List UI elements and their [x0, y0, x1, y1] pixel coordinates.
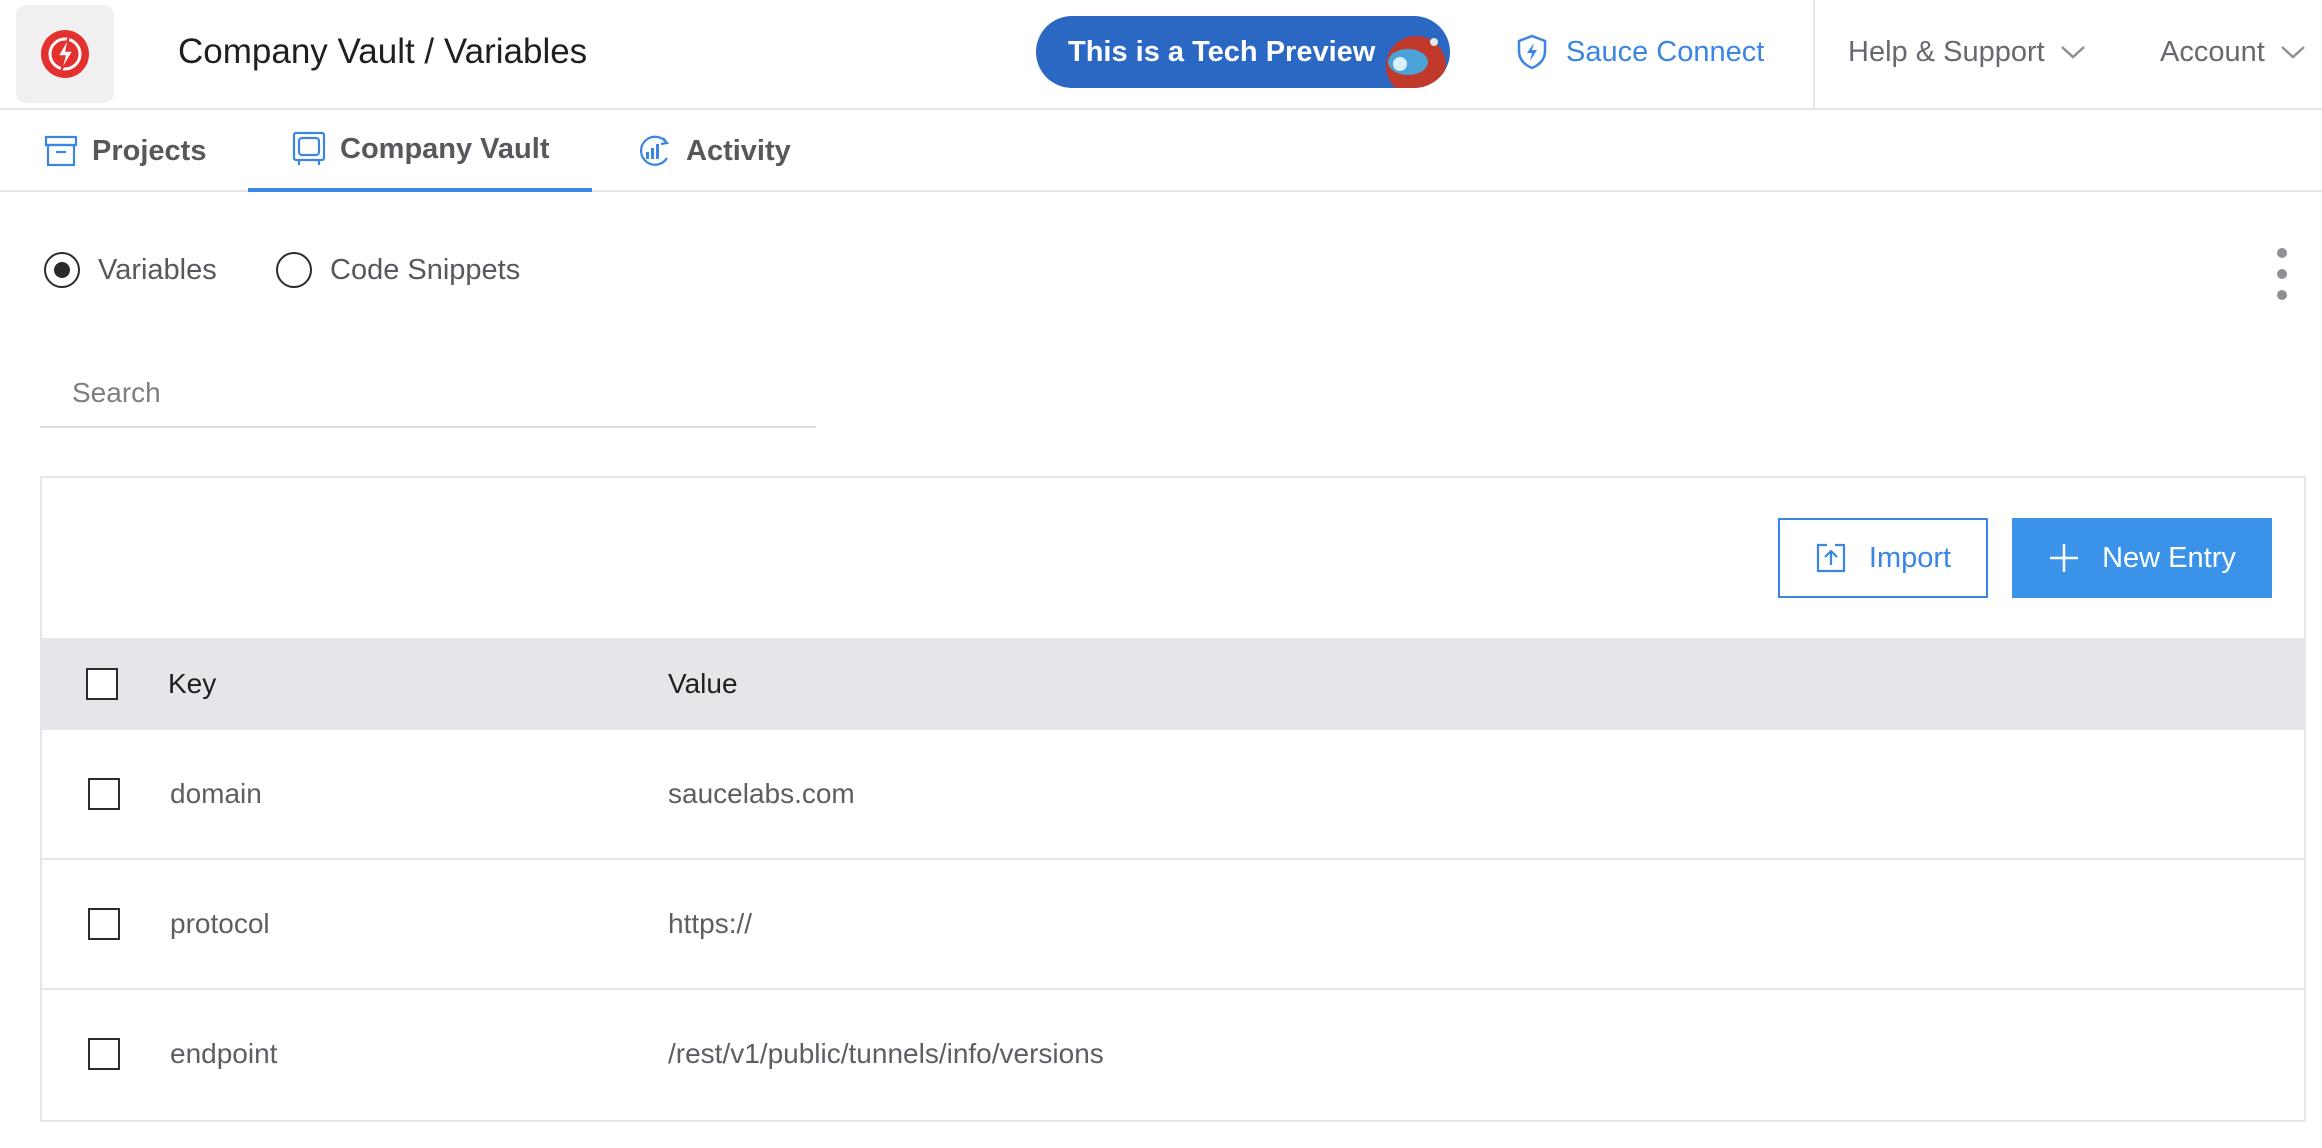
row-key: domain	[170, 778, 262, 809]
tab-company-vault-label: Company Vault	[340, 132, 550, 165]
help-support-label: Help & Support	[1848, 35, 2045, 68]
sauce-labs-logo[interactable]	[16, 5, 114, 103]
variables-panel: Import New Entry Key Value domain saucel…	[40, 476, 2306, 1122]
radio-code-snippets[interactable]: Code Snippets	[276, 248, 520, 292]
activity-chart-icon	[636, 134, 672, 168]
row-key: endpoint	[170, 1038, 278, 1069]
more-options-icon[interactable]	[2266, 244, 2298, 304]
upload-icon	[1815, 542, 1847, 574]
table-row[interactable]: endpoint /rest/v1/public/tunnels/info/ve…	[42, 990, 2304, 1120]
tab-projects-label: Projects	[92, 134, 207, 167]
search-input[interactable]	[40, 360, 816, 428]
tab-activity-label: Activity	[686, 134, 791, 167]
radio-unselected-indicator	[276, 252, 312, 288]
select-all-checkbox[interactable]	[86, 668, 118, 700]
tab-projects[interactable]: Projects	[44, 110, 206, 192]
new-entry-button[interactable]: New Entry	[2012, 518, 2272, 598]
account-menu[interactable]: Account	[2160, 24, 2307, 80]
page-title: Company Vault / Variables	[178, 32, 588, 71]
archive-icon	[44, 135, 78, 167]
logo-icon	[41, 30, 89, 78]
new-entry-label: New Entry	[2102, 541, 2236, 574]
table-header: Key Value	[42, 638, 2304, 730]
row-value: /rest/v1/public/tunnels/info/versions	[668, 1038, 1104, 1069]
row-checkbox[interactable]	[88, 908, 120, 940]
help-support-menu[interactable]: Help & Support	[1848, 24, 2087, 80]
plus-icon	[2048, 542, 2080, 574]
vault-icon	[292, 131, 326, 167]
column-header-value: Value	[668, 668, 738, 699]
radio-variables-label: Variables	[98, 253, 217, 286]
radio-variables[interactable]: Variables	[44, 248, 217, 292]
robot-mascot-icon	[1386, 36, 1446, 88]
tab-company-vault[interactable]: Company Vault	[248, 110, 592, 192]
import-button[interactable]: Import	[1778, 518, 1988, 598]
import-label: Import	[1868, 541, 1952, 574]
shield-bolt-icon	[1517, 34, 1547, 70]
chevron-down-icon	[2060, 46, 2085, 59]
tech-preview-badge[interactable]: This is a Tech Preview	[1036, 16, 1450, 88]
top-bar: Company Vault / Variables This is a Tech…	[0, 0, 2322, 110]
row-checkbox[interactable]	[88, 778, 120, 810]
sauce-connect-label: Sauce Connect	[1566, 35, 1765, 68]
account-label: Account	[2160, 35, 2265, 68]
row-key: protocol	[170, 908, 270, 939]
radio-code-snippets-label: Code Snippets	[330, 253, 521, 286]
row-value: https://	[668, 908, 753, 939]
chevron-down-icon	[2280, 46, 2305, 59]
row-checkbox[interactable]	[88, 1038, 120, 1070]
row-value: saucelabs.com	[668, 778, 855, 809]
table-row[interactable]: protocol https://	[42, 860, 2304, 990]
header-divider	[1813, 0, 1815, 108]
radio-selected-indicator	[44, 252, 80, 288]
tab-activity[interactable]: Activity	[636, 110, 791, 192]
main-tabs: Projects Company Vault Activity	[0, 110, 2322, 192]
tech-preview-label: This is a Tech Preview	[1068, 36, 1376, 68]
sauce-connect-link[interactable]: Sauce Connect	[1516, 24, 1764, 80]
table-row[interactable]: domain saucelabs.com	[42, 730, 2304, 860]
column-header-key: Key	[168, 668, 217, 699]
